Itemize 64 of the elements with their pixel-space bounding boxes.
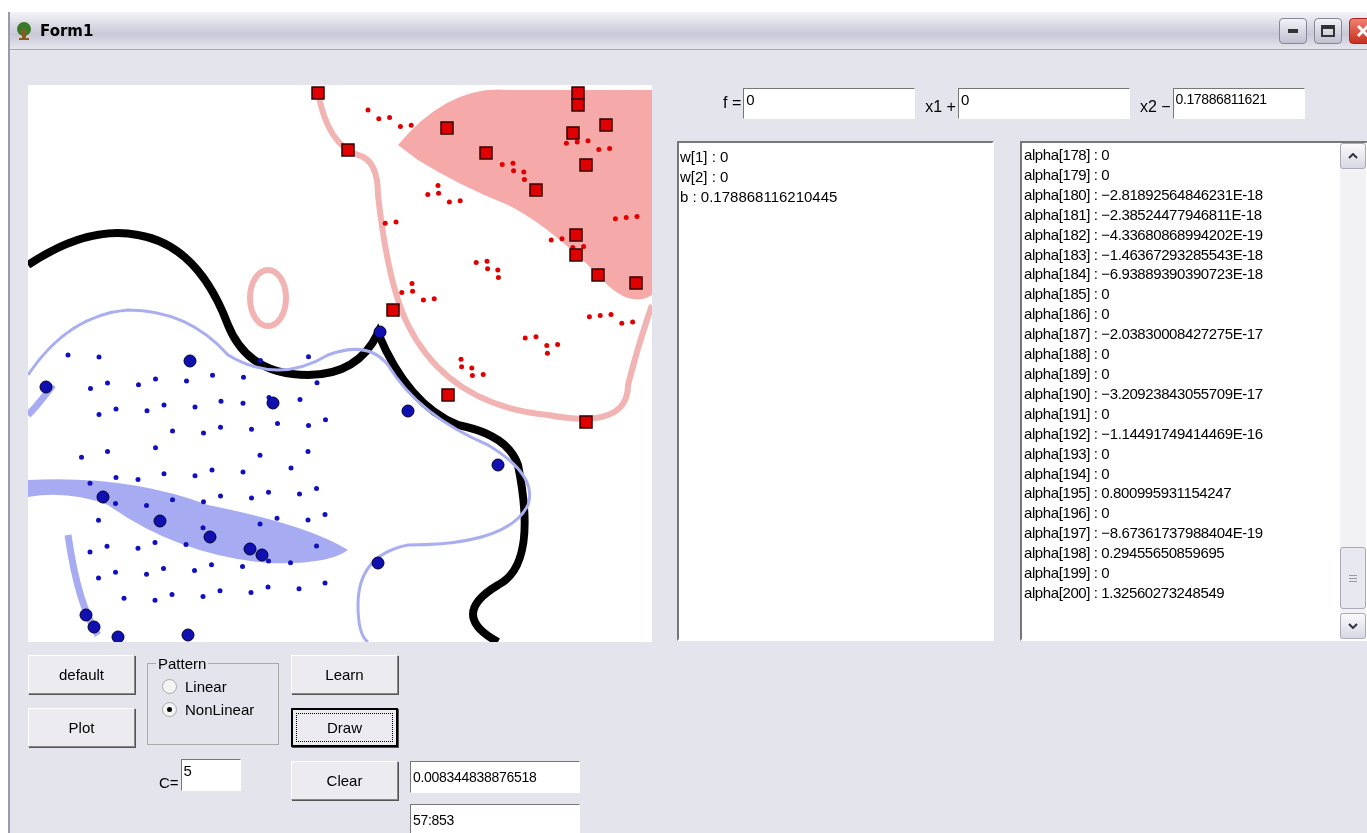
scrollbar[interactable] — [1340, 143, 1366, 639]
memo-line: alpha[190] : −3.20923843055709E-17 — [1024, 383, 1264, 404]
equation-label: f = — [723, 94, 742, 112]
default-button[interactable]: default — [28, 655, 135, 694]
tree-icon — [14, 20, 34, 41]
equation-label: x1 + — [925, 97, 956, 116]
draw-button[interactable]: Draw — [291, 708, 398, 747]
memo-line: alpha[194] : 0 — [1024, 463, 1111, 484]
plot-button[interactable]: Plot — [28, 708, 135, 747]
scroll-thumb[interactable] — [1340, 547, 1366, 609]
memo-line: alpha[193] : 0 — [1024, 443, 1111, 464]
maximize-icon — [1321, 24, 1335, 37]
c-input-field[interactable]: 5 — [180, 759, 241, 791]
x2-input-field[interactable]: 0.17886811621 — [1172, 87, 1305, 119]
scroll-down-button[interactable] — [1340, 613, 1366, 639]
equation-label: x2 − — [1139, 97, 1171, 116]
alpha-memo[interactable] — [1020, 141, 1367, 641]
memo-line: alpha[187] : −2.03830008427275E-17 — [1024, 324, 1264, 345]
memo-line: alpha[183] : −1.46367293285543E-18 — [1024, 244, 1264, 265]
radio-option[interactable]: NonLinear — [162, 701, 278, 718]
output-field[interactable]: 0.008344838876518 — [410, 761, 580, 793]
memo-line: alpha[181] : −2.38524477946811E-18 — [1024, 204, 1263, 225]
radio-label: Linear — [185, 678, 227, 695]
radio-option[interactable]: Linear — [162, 678, 278, 695]
memo-line: alpha[185] : 0 — [1024, 284, 1111, 305]
memo-line: alpha[182] : −4.33680868994202E-19 — [1024, 224, 1264, 245]
memo-line: alpha[191] : 0 — [1024, 403, 1111, 424]
memo-line: alpha[186] : 0 — [1024, 304, 1111, 325]
margin-loop — [247, 267, 289, 329]
memo-line: alpha[196] : 0 — [1024, 503, 1111, 524]
minimize-icon — [1288, 28, 1298, 33]
memo-line: alpha[184] : −6.93889390390723E-18 — [1024, 264, 1264, 285]
c-label: C= — [159, 774, 179, 791]
maximize-button[interactable] — [1314, 17, 1342, 44]
memo-line: alpha[197] : −8.67361737988404E-19 — [1024, 523, 1264, 544]
output-field[interactable]: 57:853 — [410, 804, 580, 833]
weights-memo[interactable]: w[1] : 0 w[2] : 0 b : 0.178868116210445 — [677, 141, 994, 641]
f-input-field[interactable]: 0 — [743, 87, 916, 119]
scroll-up-button[interactable] — [1340, 143, 1366, 169]
memo-line: alpha[188] : 0 — [1024, 344, 1111, 364]
radio-button[interactable] — [162, 679, 177, 694]
memo-line: alpha[195] : 0.800995931154247 — [1024, 483, 1233, 504]
memo-line: alpha[199] : 0 — [1024, 563, 1111, 583]
memo-line: alpha[180] : −2.81892564846231E-18 — [1024, 184, 1264, 205]
memo-line: alpha[192] : −1.14491749414469E-16 — [1024, 423, 1264, 444]
down-caret-icon — [1348, 623, 1358, 629]
up-caret-icon — [1348, 153, 1358, 159]
minimize-button[interactable] — [1279, 17, 1307, 44]
memo-line: b : 0.178868116210445 — [680, 186, 839, 207]
close-icon — [1356, 23, 1367, 38]
clear-button[interactable]: Clear — [291, 761, 398, 800]
grip-icon — [1349, 574, 1357, 582]
memo-line: alpha[179] : 0 — [1024, 164, 1111, 185]
x1-input-field[interactable]: 0 — [957, 87, 1130, 119]
learn-button[interactable]: Learn — [291, 655, 398, 694]
memo-line: alpha[178] : 0 — [1024, 145, 1111, 165]
memo-line: alpha[189] : 0 — [1024, 363, 1111, 384]
radio-label: NonLinear — [185, 701, 255, 718]
memo-line: w[2] : 0 — [680, 166, 730, 187]
memo-line: alpha[198] : 0.29455650859695 — [1024, 543, 1226, 564]
memo-line: w[1] : 0 — [680, 147, 730, 167]
radio-button[interactable] — [162, 702, 177, 717]
memo-line: alpha[200] : 1.32560273248549 — [1024, 582, 1226, 603]
window-title: Form1 — [40, 21, 94, 40]
